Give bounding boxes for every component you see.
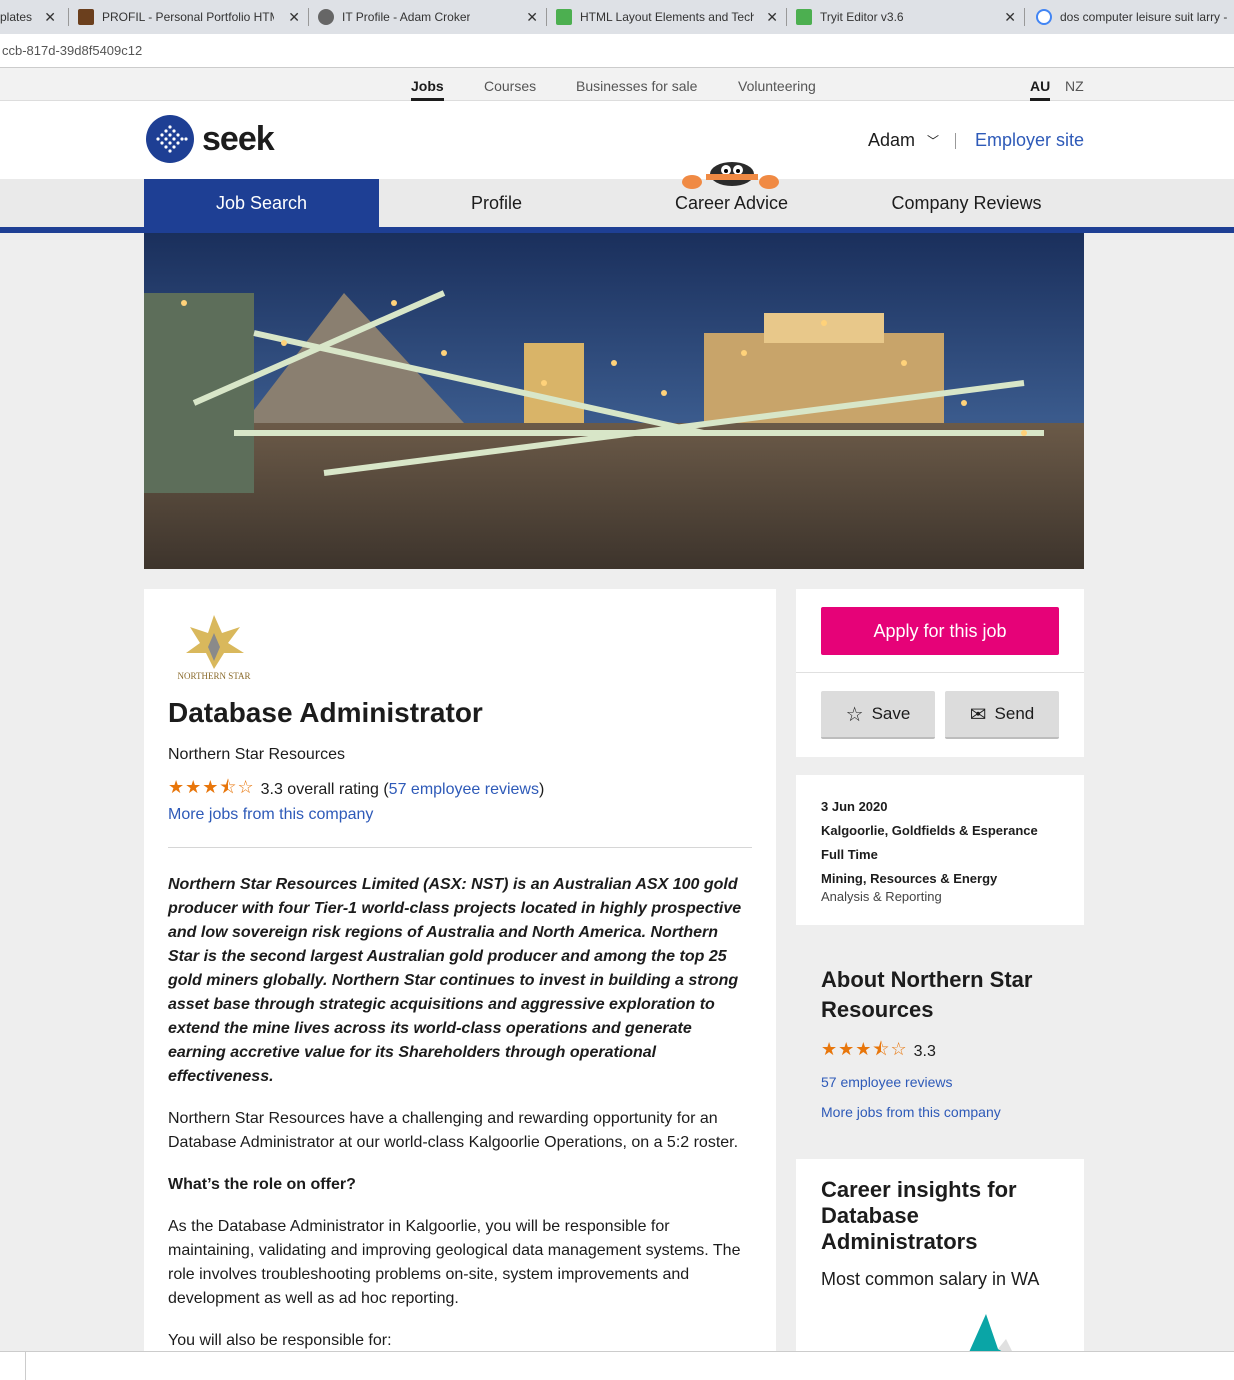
header-divider bbox=[955, 133, 956, 149]
save-button[interactable]: ☆ Save bbox=[821, 691, 935, 739]
about-reviews-link[interactable]: 57 employee reviews bbox=[821, 1074, 953, 1090]
tab-company-reviews[interactable]: Company Reviews bbox=[849, 179, 1084, 227]
seek-logo-icon bbox=[146, 115, 194, 163]
about-rating: ★★★⯪☆ 3.3 bbox=[821, 1037, 1081, 1067]
rating-close: ) bbox=[538, 781, 545, 798]
close-icon[interactable]: ✕ bbox=[766, 9, 778, 26]
career-insights-card: Career insights for Database Administrat… bbox=[796, 1159, 1084, 1380]
topnav-courses[interactable]: Courses bbox=[484, 78, 536, 94]
star-rating-icon: ★★★⯪☆ bbox=[821, 1039, 908, 1059]
close-icon[interactable]: ✕ bbox=[288, 9, 300, 26]
browser-tab[interactable]: HTML Layout Elements and Techn ✕ bbox=[556, 0, 786, 34]
user-name: Adam bbox=[868, 130, 916, 150]
send-button[interactable]: ✉ Send bbox=[945, 691, 1059, 739]
close-icon[interactable]: ✕ bbox=[1004, 9, 1016, 26]
rating-value: 3.3 bbox=[260, 781, 283, 798]
company-rating: ★★★⯪☆ 3.3 overall rating (57 employee re… bbox=[168, 775, 544, 805]
user-menu[interactable]: Adam ﹀ bbox=[868, 130, 939, 151]
browser-tab[interactable]: Tryit Editor v3.6 ✕ bbox=[796, 0, 1024, 34]
company-intro: Northern Star Resources Limited (ASX: NS… bbox=[168, 876, 742, 1085]
browser-tab[interactable]: PROFIL - Personal Portfolio HTML ✕ bbox=[78, 0, 308, 34]
save-label: Save bbox=[871, 704, 911, 723]
star-icon: ☆ bbox=[845, 703, 864, 726]
statusbar-divider bbox=[25, 1352, 26, 1380]
job-description: Northern Star Resources Limited (ASX: NS… bbox=[168, 873, 752, 1371]
address-bar[interactable]: ccb-817d-39d8f5409c12 bbox=[0, 34, 1234, 68]
rating-suffix: overall rating ( bbox=[287, 781, 389, 798]
tab-separator bbox=[786, 8, 787, 26]
apply-button[interactable]: Apply for this job bbox=[821, 607, 1059, 655]
listing-date: 3 Jun 2020 bbox=[821, 799, 888, 814]
about-company: About Northern Star Resources ★★★⯪☆ 3.3 … bbox=[821, 965, 1081, 1120]
globe-icon bbox=[318, 9, 334, 25]
description-heading: What’s the role on offer? bbox=[168, 1176, 356, 1193]
google-icon bbox=[1036, 9, 1052, 25]
browser-tab[interactable]: IT Profile - Adam Croker ✕ bbox=[318, 0, 546, 34]
tab-job-search[interactable]: Job Search bbox=[144, 179, 379, 227]
tab-title: HTML Layout Elements and Techn bbox=[580, 10, 754, 24]
about-title: About Northern Star Resources bbox=[821, 967, 1033, 1022]
insights-title: Career insights for Database Administrat… bbox=[821, 1177, 1017, 1254]
close-icon[interactable]: ✕ bbox=[526, 9, 538, 26]
chevron-down-icon: ﹀ bbox=[927, 134, 940, 148]
divider bbox=[796, 672, 1084, 673]
tab-title: IT Profile - Adam Croker bbox=[342, 10, 471, 24]
about-more-jobs-link[interactable]: More jobs from this company bbox=[821, 1104, 1001, 1120]
browser-tab[interactable]: plates ✕ bbox=[0, 0, 64, 34]
main-nav: Job Search Profile Career Advice Company… bbox=[0, 179, 1234, 233]
company-logo-text: NORTHERN STAR bbox=[178, 671, 251, 681]
description-paragraph: You will also be responsible for: bbox=[168, 1332, 392, 1349]
job-details-card: NORTHERN STAR Database Administrator Nor… bbox=[144, 589, 776, 1380]
envelope-icon: ✉ bbox=[969, 703, 987, 726]
apply-card: Apply for this job ☆ Save ✉ Send bbox=[796, 589, 1084, 757]
tab-separator bbox=[308, 8, 309, 26]
employer-site-link[interactable]: Employer site bbox=[975, 130, 1084, 151]
page-favicon-icon bbox=[78, 9, 94, 25]
description-paragraph: As the Database Administrator in Kalgoor… bbox=[168, 1218, 741, 1307]
more-jobs-link[interactable]: More jobs from this company bbox=[168, 806, 373, 824]
company-name: Northern Star Resources bbox=[168, 746, 345, 763]
topnav-businesses[interactable]: Businesses for sale bbox=[576, 78, 697, 94]
salary-label: Most common salary in WA bbox=[821, 1269, 1040, 1289]
tab-profile[interactable]: Profile bbox=[379, 179, 614, 227]
region-nz[interactable]: NZ bbox=[1065, 78, 1084, 94]
company-logo: NORTHERN STAR bbox=[178, 615, 251, 681]
browser-statusbar bbox=[0, 1351, 1234, 1380]
browser-tabbar: plates ✕ PROFIL - Personal Portfolio HTM… bbox=[0, 0, 1234, 34]
w3schools-icon bbox=[556, 9, 572, 25]
job-subclassification: Analysis & Reporting bbox=[821, 889, 942, 904]
tab-title: dos computer leisure suit larry - bbox=[1060, 10, 1228, 24]
topnav-volunteering[interactable]: Volunteering bbox=[738, 78, 816, 94]
career-advice-mascot-icon bbox=[682, 162, 779, 189]
work-type: Full Time bbox=[821, 847, 878, 862]
job-title: Database Administrator bbox=[168, 697, 483, 728]
browser-tab[interactable]: dos computer leisure suit larry - bbox=[1036, 0, 1234, 34]
job-info-card: 3 Jun 2020 Kalgoorlie, Goldfields & Espe… bbox=[796, 775, 1084, 925]
seek-logo[interactable]: seek bbox=[146, 115, 275, 163]
tab-title: Tryit Editor v3.6 bbox=[820, 10, 904, 24]
w3schools-icon bbox=[796, 9, 812, 25]
divider bbox=[168, 847, 752, 848]
company-banner-image bbox=[144, 233, 1084, 569]
region-au[interactable]: AU bbox=[1030, 78, 1051, 101]
about-rating-value: 3.3 bbox=[913, 1043, 936, 1060]
url-text[interactable]: ccb-817d-39d8f5409c12 bbox=[2, 43, 142, 58]
description-paragraph: Northern Star Resources have a challengi… bbox=[168, 1110, 739, 1151]
tab-title: PROFIL - Personal Portfolio HTML bbox=[102, 10, 274, 24]
employee-reviews-link[interactable]: 57 employee reviews bbox=[389, 781, 539, 799]
tab-separator bbox=[1024, 8, 1025, 26]
seek-wordmark: seek bbox=[202, 119, 275, 158]
tab-separator bbox=[68, 8, 69, 26]
job-classification: Mining, Resources & Energy bbox=[821, 871, 998, 886]
star-rating-icon: ★★★⯪☆ bbox=[168, 777, 255, 797]
top-nav: Jobs Courses Businesses for sale Volunte… bbox=[0, 68, 1234, 101]
tab-title: plates bbox=[0, 10, 33, 24]
tab-separator bbox=[546, 8, 547, 26]
close-icon[interactable]: ✕ bbox=[44, 9, 56, 26]
topnav-jobs[interactable]: Jobs bbox=[411, 78, 444, 101]
site-header: seek Adam ﹀ Employer site bbox=[0, 101, 1234, 179]
job-location: Kalgoorlie, Goldfields & Esperance bbox=[821, 823, 1038, 838]
send-label: Send bbox=[994, 704, 1035, 723]
